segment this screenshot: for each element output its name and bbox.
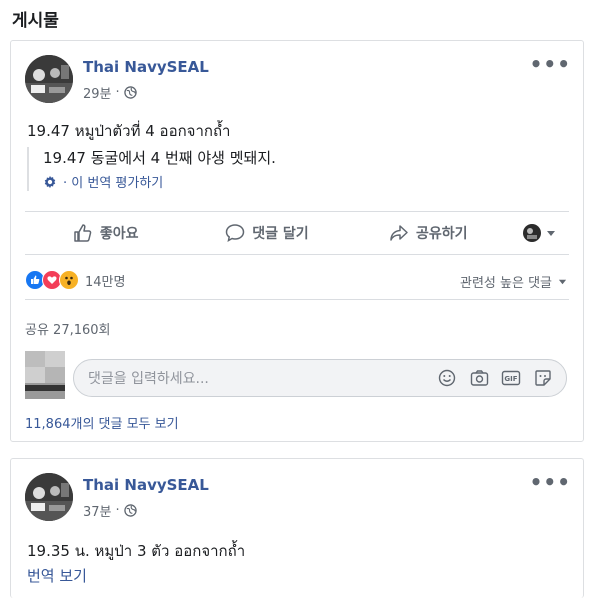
post-meta: 29분 · bbox=[83, 83, 137, 102]
page-name-link[interactable]: Thai NavySEAL bbox=[83, 476, 209, 494]
post-time[interactable]: 37분 bbox=[83, 501, 112, 520]
post-text: 19.35 น. หมูป่า 3 ตัว ออกจากถ้ำ bbox=[27, 542, 246, 560]
caret-down-icon bbox=[546, 231, 555, 236]
page-name-link[interactable]: Thai NavySEAL bbox=[83, 58, 209, 76]
more-options-icon[interactable]: ••• bbox=[530, 472, 571, 492]
rate-translation[interactable]: · 이 번역 평가하기 bbox=[43, 172, 523, 191]
reaction-profile-selector[interactable] bbox=[509, 223, 569, 243]
divider bbox=[25, 211, 569, 212]
globe-icon bbox=[123, 504, 137, 517]
post-text: 19.47 หมูป่าตัวที่ 4 ออกจากถ้ำ bbox=[27, 122, 231, 140]
gif-icon[interactable]: GIF bbox=[500, 367, 522, 389]
sticker-icon[interactable] bbox=[532, 367, 554, 389]
share-button[interactable]: 공유하기 bbox=[348, 223, 509, 243]
thumbs-up-icon bbox=[74, 224, 92, 242]
rate-translation-label[interactable]: · 이 번역 평가하기 bbox=[63, 172, 163, 191]
divider bbox=[25, 299, 569, 300]
post-time[interactable]: 29분 bbox=[83, 83, 112, 102]
reactions-summary[interactable]: 14만명 bbox=[25, 270, 125, 290]
comment-label: 댓글 달기 bbox=[252, 226, 309, 242]
like-label: 좋아요 bbox=[99, 226, 139, 242]
wow-reaction-icon bbox=[59, 270, 79, 290]
comment-icon bbox=[226, 224, 245, 242]
meta-dot: · bbox=[115, 503, 120, 518]
action-bar: 좋아요 댓글 달기 공유하기 bbox=[25, 213, 569, 253]
page-avatar[interactable] bbox=[25, 55, 73, 103]
comment-composer: 댓글을 입력하세요... GIF bbox=[25, 351, 569, 399]
post-card: Thai NavySEAL 37분 · ••• 19.35 น. หมูป่า … bbox=[10, 458, 584, 598]
meta-dot: · bbox=[115, 85, 120, 100]
globe-icon bbox=[123, 86, 137, 99]
translation-block: 19.47 동굴에서 4 번째 야생 멧돼지. · 이 번역 평가하기 bbox=[27, 147, 523, 191]
caret-down-icon bbox=[558, 279, 567, 285]
comment-sort-dropdown[interactable]: 관련성 높은 댓글 bbox=[460, 272, 567, 291]
gear-icon bbox=[44, 175, 56, 188]
comment-sort-label: 관련성 높은 댓글 bbox=[460, 276, 552, 291]
comment-button[interactable]: 댓글 달기 bbox=[186, 223, 347, 243]
reactions-count: 14만명 bbox=[85, 274, 126, 290]
translated-text: 19.47 동굴에서 4 번째 야생 멧돼지. bbox=[43, 149, 276, 167]
emoji-icon[interactable] bbox=[436, 367, 458, 389]
camera-icon[interactable] bbox=[468, 367, 490, 389]
post-card: Thai NavySEAL 29분 · ••• 19.47 หมูป่าตัวท… bbox=[10, 40, 584, 442]
page-avatar[interactable] bbox=[25, 473, 73, 521]
comment-input[interactable]: 댓글을 입력하세요... GIF bbox=[73, 359, 567, 397]
more-options-icon[interactable]: ••• bbox=[530, 54, 571, 74]
gif-label: GIF bbox=[504, 374, 518, 383]
user-avatar bbox=[25, 351, 65, 399]
see-translation-link[interactable]: 번역 보기 bbox=[27, 565, 87, 586]
divider bbox=[25, 254, 569, 255]
post-meta: 37분 · bbox=[83, 501, 137, 520]
shares-count[interactable]: 공유 27,160회 bbox=[25, 319, 111, 338]
comment-placeholder: 댓글을 입력하세요... bbox=[88, 371, 209, 387]
section-title: 게시물 bbox=[12, 11, 59, 31]
share-label: 공유하기 bbox=[416, 226, 468, 242]
like-button[interactable]: 좋아요 bbox=[25, 223, 186, 243]
share-icon bbox=[390, 225, 408, 241]
view-all-comments-link[interactable]: 11,864개의 댓글 모두 보기 bbox=[25, 413, 179, 432]
profile-avatar-icon bbox=[522, 224, 541, 242]
